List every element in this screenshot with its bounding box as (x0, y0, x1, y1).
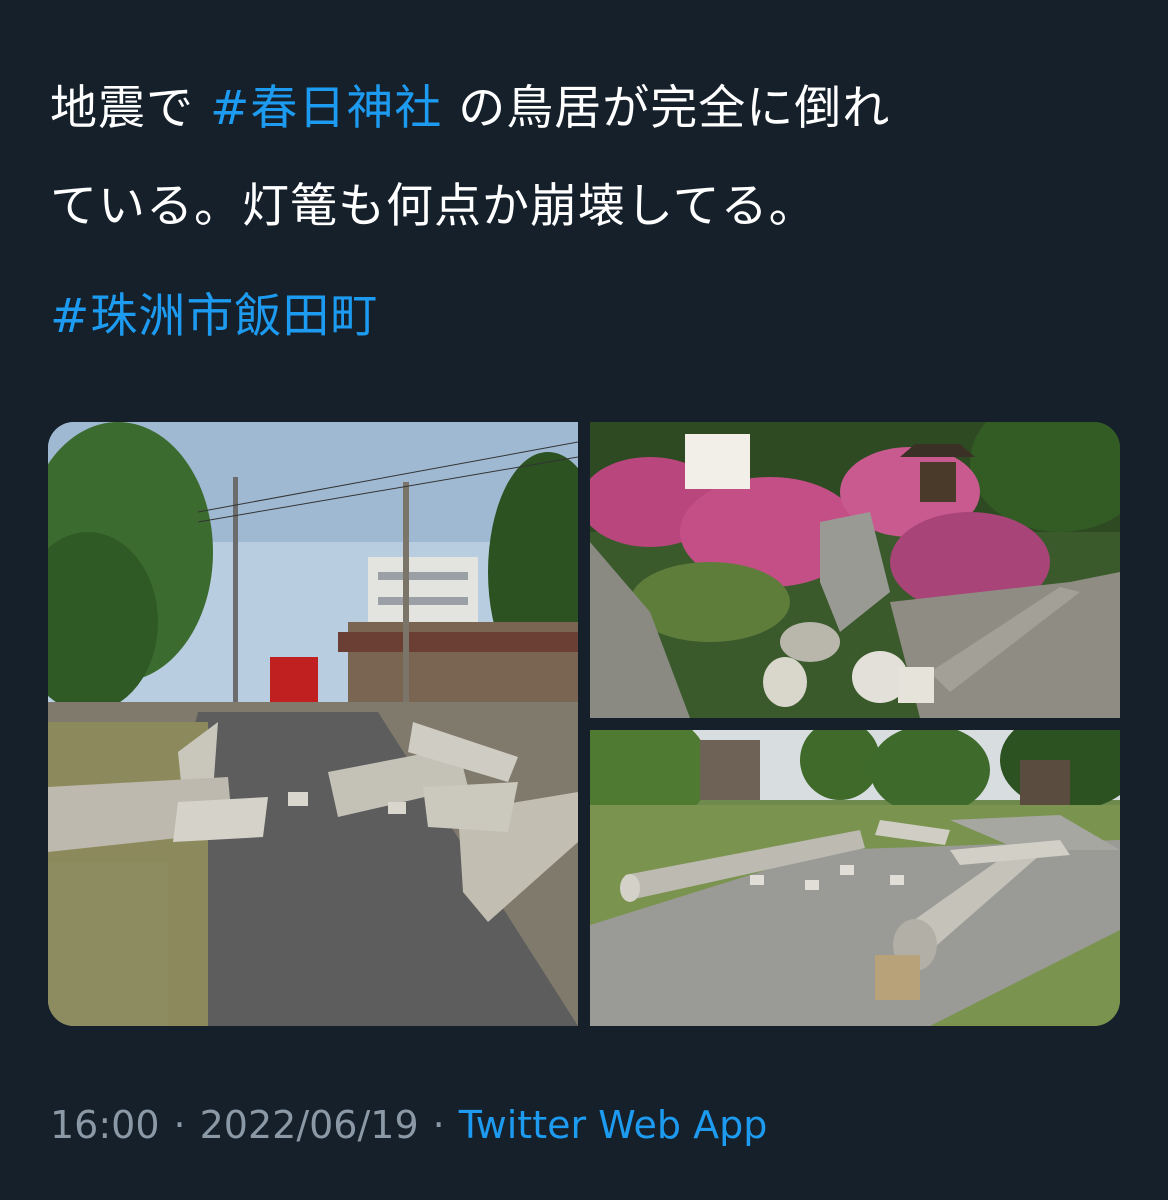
tweet-time: 16:00 (50, 1103, 160, 1147)
tweet-photo-1[interactable] (48, 422, 578, 1026)
hashtag-link[interactable]: #春日神社 (210, 81, 442, 136)
photo-collapsed-torii-street (48, 422, 578, 1026)
tweet-metadata: 16:00 · 2022/06/19 · Twitter Web App (50, 1100, 767, 1150)
tweet-text-segment: 地震で (50, 81, 210, 136)
tweet-text-line-1: 地震で #春日神社 の鳥居が完全に倒れ (50, 60, 1130, 158)
hashtag-link[interactable]: #珠洲市飯田町 (50, 289, 378, 344)
media-grid (48, 422, 1120, 1026)
tweet-source-link[interactable]: Twitter Web App (459, 1103, 768, 1147)
tweet-text: 地震で #春日神社 の鳥居が完全に倒れ ている。灯篭も何点か崩壊してる。 (50, 60, 1130, 256)
photo-fallen-torii-pillars (590, 730, 1120, 1026)
tweet-text-segment: の鳥居が完全に倒れ (442, 81, 891, 136)
tweet-date: 2022/06/19 (199, 1103, 419, 1147)
photo-azaleas-lanterns (590, 422, 1120, 718)
separator-dot: · (173, 1103, 186, 1147)
separator-dot: · (432, 1103, 445, 1147)
tweet-text-line-2: ている。灯篭も何点か崩壊してる。 (50, 179, 817, 234)
tweet-photo-2[interactable] (590, 422, 1120, 718)
tweet-photo-3[interactable] (590, 730, 1120, 1026)
